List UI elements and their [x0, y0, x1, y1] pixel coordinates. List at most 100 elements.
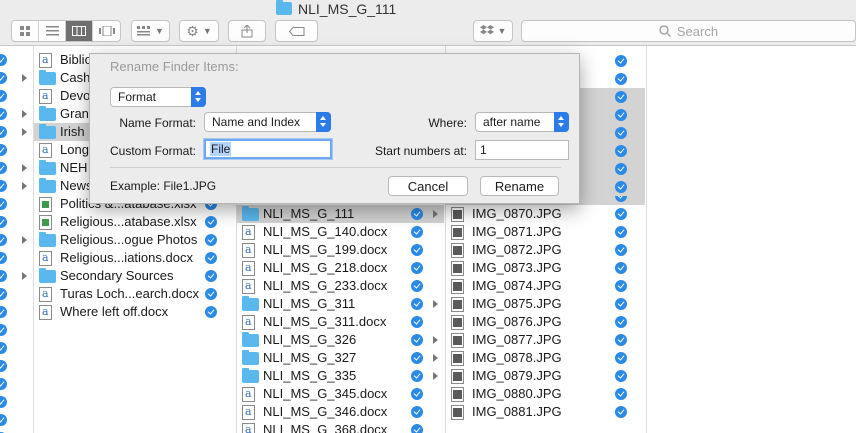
list-item[interactable]: Religious...ogue Photos	[34, 231, 235, 249]
row-icon	[242, 387, 255, 402]
document-icon	[242, 423, 255, 433]
custom-format-field[interactable]: File	[204, 139, 332, 159]
list-item[interactable]: NLI_MS_G_346.docx	[237, 403, 444, 421]
list-item[interactable]: NLI_MS_G_311.docx	[237, 313, 444, 331]
list-item[interactable]: Religious...iations.docx	[34, 249, 235, 267]
search-field[interactable]: Search	[521, 20, 856, 42]
gutter-row	[0, 357, 33, 375]
list-item[interactable]: NLI_MS_G_311	[237, 295, 444, 313]
column-sidebar-edge	[0, 46, 33, 433]
list-item[interactable]: IMG_0873.JPG	[446, 259, 645, 277]
name-format-label: Name Format:	[119, 116, 196, 130]
view-mode-control	[11, 20, 121, 42]
tags-button[interactable]	[275, 20, 318, 42]
list-item[interactable]: IMG_0880.JPG	[446, 385, 645, 403]
sync-status-icon	[0, 162, 7, 174]
sync-status-icon	[615, 370, 627, 382]
list-view-button[interactable]	[39, 21, 66, 41]
icon-view-button[interactable]	[12, 21, 39, 41]
mode-popup[interactable]: Format	[110, 87, 206, 107]
list-item[interactable]: IMG_0875.JPG	[446, 295, 645, 313]
gutter-row	[0, 321, 33, 339]
list-item[interactable]: Secondary Sources	[34, 267, 235, 285]
sync-status-icon	[615, 181, 627, 193]
dialog-divider	[110, 167, 561, 168]
where-label: Where:	[428, 116, 467, 130]
list-item[interactable]: IMG_0870.JPG	[446, 205, 645, 223]
row-icon	[451, 297, 464, 312]
list-item[interactable]: IMG_0881.JPG	[446, 403, 645, 421]
row-icon	[451, 225, 464, 240]
list-item[interactable]: NLI_MS_G_233.docx	[237, 277, 444, 295]
image-file-icon	[451, 297, 464, 312]
list-item[interactable]: IMG_0879.JPG	[446, 367, 645, 385]
list-item[interactable]: NLI_MS_G_368.docx	[237, 421, 444, 433]
sync-status-icon	[0, 414, 7, 426]
list-item[interactable]: IMG_0877.JPG	[446, 331, 645, 349]
folder-icon	[39, 232, 56, 247]
list-item[interactable]: NLI_MS_G_345.docx	[237, 385, 444, 403]
list-item-label: IMG_0881.JPG	[472, 404, 562, 419]
folder-icon	[276, 0, 292, 15]
list-icon	[45, 26, 59, 36]
list-item[interactable]: NLI_MS_G_140.docx	[237, 223, 444, 241]
cancel-button[interactable]: Cancel	[388, 176, 468, 196]
row-icon	[242, 423, 255, 433]
gutter-row	[0, 285, 33, 303]
list-item[interactable]: IMG_0872.JPG	[446, 241, 645, 259]
list-item[interactable]: Where left off.docx	[34, 303, 235, 321]
document-icon	[39, 53, 52, 68]
image-file-icon	[451, 243, 464, 258]
row-icon	[451, 369, 464, 384]
row-icon	[242, 405, 255, 420]
list-item[interactable]: NLI_MS_G_111	[237, 205, 444, 223]
list-item[interactable]: IMG_0871.JPG	[446, 223, 645, 241]
arrange-button[interactable]: ▼	[131, 20, 170, 42]
where-popup[interactable]: after name	[475, 112, 569, 132]
folder-icon	[39, 268, 56, 283]
list-item[interactable]: NLI_MS_G_199.docx	[237, 241, 444, 259]
dropbox-button[interactable]: ▼	[473, 20, 513, 42]
rename-button[interactable]: Rename	[480, 176, 559, 196]
chevron-down-icon: ▼	[155, 26, 164, 36]
disclosure-arrow-icon	[22, 236, 27, 244]
list-item[interactable]: NLI_MS_G_335	[237, 367, 444, 385]
dialog-title: Rename Finder Items:	[110, 59, 239, 74]
list-item[interactable]: IMG_0876.JPG	[446, 313, 645, 331]
row-icon	[451, 279, 464, 294]
column-view-button[interactable]	[66, 21, 93, 41]
sync-status-icon	[615, 298, 627, 310]
share-button[interactable]	[228, 20, 266, 42]
gutter-row	[0, 159, 33, 177]
sync-status-icon	[0, 108, 7, 120]
name-format-popup[interactable]: Name and Index	[204, 112, 331, 132]
chevron-down-icon: ▼	[497, 26, 507, 36]
list-item[interactable]: NLI_MS_G_218.docx	[237, 259, 444, 277]
row-icon	[242, 261, 255, 276]
list-item[interactable]: IMG_0878.JPG	[446, 349, 645, 367]
list-item[interactable]: IMG_0874.JPG	[446, 277, 645, 295]
row-icon	[242, 296, 259, 311]
example-text: Example: File1.JPG	[110, 179, 217, 193]
list-item[interactable]: NLI_MS_G_326	[237, 331, 444, 349]
start-numbers-field[interactable]: 1	[475, 140, 569, 160]
disclosure-arrow-icon	[433, 300, 438, 308]
document-icon	[39, 287, 52, 302]
list-item[interactable]: Religious...atabase.xlsx	[34, 213, 235, 231]
list-item-label: NLI_MS_G_335	[263, 368, 357, 383]
sync-status-icon	[411, 334, 423, 346]
action-button[interactable]: ⚙ ▼	[179, 20, 219, 42]
list-item[interactable]: Turas Loch...earch.docx	[34, 285, 235, 303]
list-item-label: IMG_0876.JPG	[472, 314, 562, 329]
list-item[interactable]: NLI_MS_G_327	[237, 349, 444, 367]
sync-status-icon	[411, 388, 423, 400]
coverflow-view-button[interactable]	[93, 21, 120, 41]
sync-status-icon	[205, 216, 217, 228]
sync-status-icon	[615, 145, 627, 157]
list-item-label: NLI_MS_G_368.docx	[263, 422, 388, 433]
sync-status-icon	[615, 73, 627, 85]
disclosure-arrow-icon	[433, 336, 438, 344]
rename-finder-items-dialog: Rename Finder Items: Format Name Format:…	[89, 53, 580, 204]
folder-icon	[39, 106, 56, 121]
row-icon	[242, 315, 255, 330]
